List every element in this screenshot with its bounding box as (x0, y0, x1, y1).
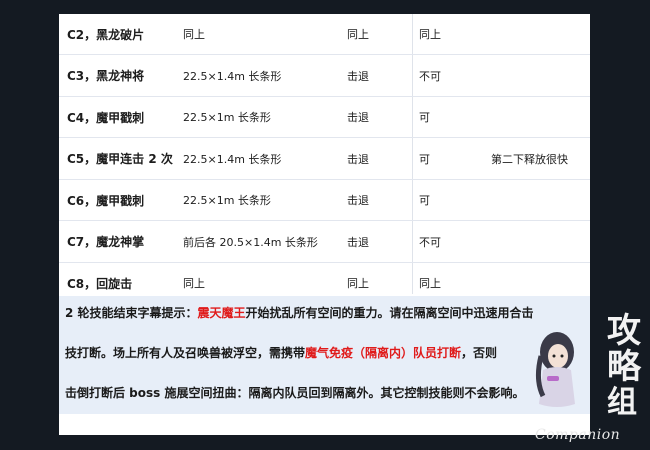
skill-interrupt: 不可 (419, 235, 441, 249)
character-eye (552, 354, 556, 358)
skill-knockback: 击退 (347, 194, 369, 207)
table-row: C4，魔甲戳刺 22.5×1m 长条形 击退 可 (59, 97, 590, 138)
skill-range: 22.5×1m 长条形 (183, 111, 271, 124)
skill-knockback: 击退 (347, 111, 369, 124)
paragraph-text: 开始扰乱所有空间的重力。请在隔离空间中迅速用合击 (245, 306, 534, 320)
skill-name: C2，黑龙破片 (67, 27, 145, 42)
skill-range: 22.5×1m 长条形 (183, 194, 271, 207)
skill-note (491, 97, 590, 137)
skill-note: 第二下释放很快 (491, 152, 568, 166)
paragraph-line-2: 技打断。场上所有人及召唤兽被浮空，需携带魔气免疫（隔离内）队员打断，否则 (65, 344, 497, 361)
guide-card: C2，黑龙破片 同上 同上 同上 C3，黑龙神将 22.5×1.4m 长条形 击… (59, 14, 590, 435)
table-row: C7，魔龙神掌 前后各 20.5×1.4m 长条形 击退 不可 (59, 221, 590, 263)
skill-name: C6，魔甲戳刺 (67, 193, 145, 208)
skill-note (491, 180, 590, 220)
immunity-highlight: 魔气免疫（隔离内）队员打断 (305, 346, 462, 360)
character-face (548, 344, 568, 368)
skill-knockback: 击退 (347, 235, 369, 249)
watermark-glyph: 攻 (607, 311, 642, 351)
skill-knockback: 击退 (347, 69, 369, 83)
skill-interrupt: 同上 (419, 28, 441, 41)
skill-name: C4，魔甲戳刺 (67, 110, 145, 125)
paragraph-text: 击倒打断后 boss 施展空间扭曲：隔离内队员回到隔离外。其它控制技能则不会影响… (65, 386, 525, 400)
watermark-glyph: 略 (607, 347, 642, 387)
table-row: C3，黑龙神将 22.5×1.4m 长条形 击退 不可 (59, 55, 590, 97)
paragraph-text: 技打断。场上所有人及召唤兽被浮空，需携带 (65, 346, 306, 360)
skill-name: C5，魔甲连击 2 次 (67, 152, 173, 166)
skill-interrupt: 不可 (419, 69, 441, 83)
skill-range: 22.5×1.4m 长条形 (183, 69, 282, 83)
skill-range: 前后各 20.5×1.4m 长条形 (183, 235, 318, 249)
paragraph-line-3: 击倒打断后 boss 施展空间扭曲：隔离内队员回到隔离外。其它控制技能则不会影响… (65, 384, 524, 401)
skill-interrupt: 可 (419, 111, 430, 124)
character-eye (560, 354, 564, 358)
skill-note (491, 221, 590, 262)
skill-interrupt: 可 (419, 152, 430, 166)
table-row: C6，魔甲戳刺 22.5×1m 长条形 击退 可 (59, 180, 590, 221)
skill-range: 同上 (183, 28, 205, 41)
character-ribbon (547, 376, 559, 381)
skill-name: C3，黑龙神将 (67, 69, 145, 83)
paragraph-line-1: 2 轮技能结束字幕提示：震天魔王开始扰乱所有空间的重力。请在隔离空间中迅速用合击 (65, 304, 534, 321)
paragraph-text: 2 轮技能结束字幕提示： (65, 306, 198, 320)
skill-name: C7，魔龙神掌 (67, 235, 145, 249)
skill-table: C2，黑龙破片 同上 同上 同上 C3，黑龙神将 22.5×1.4m 长条形 击… (59, 14, 590, 303)
table-row: C2，黑龙破片 同上 同上 同上 (59, 14, 590, 55)
skill-knockback: 同上 (347, 28, 369, 41)
table-row: C5，魔甲连击 2 次 22.5×1.4m 长条形 击退 可 第二下释放很快 (59, 138, 590, 180)
skill-interrupt: 可 (419, 194, 430, 207)
skill-range: 22.5×1.4m 长条形 (183, 152, 282, 166)
boss-name-highlight: 震天魔王 (197, 306, 246, 320)
watermark-glyph: 组 (607, 385, 637, 420)
watermark-companion-text: Companion (535, 427, 621, 443)
phase-note-paragraph: 2 轮技能结束字幕提示：震天魔王开始扰乱所有空间的重力。请在隔离空间中迅速用合击… (59, 296, 590, 414)
skill-note (491, 55, 590, 96)
skill-note (491, 14, 590, 54)
paragraph-text: ，否则 (461, 346, 498, 360)
character-robe (539, 367, 575, 407)
skill-knockback: 击退 (347, 152, 369, 166)
